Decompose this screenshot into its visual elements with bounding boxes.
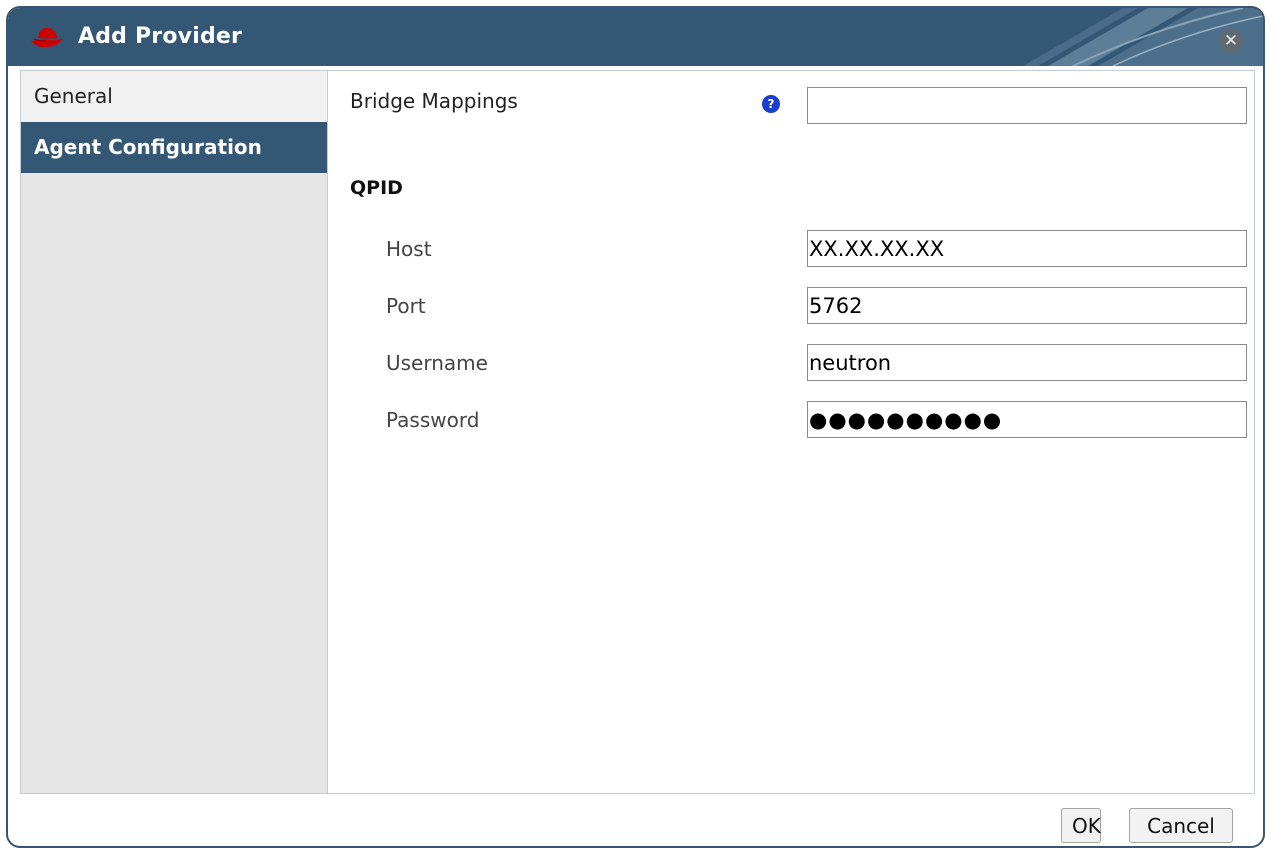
username-label: Username	[386, 351, 488, 375]
sidebar-item-agent-configuration[interactable]: Agent Configuration	[21, 122, 327, 173]
dialog-body: General Agent Configuration Bridge Mappi…	[20, 70, 1255, 794]
port-input[interactable]	[807, 287, 1247, 324]
ok-button[interactable]: OK	[1061, 808, 1101, 843]
dialog-titlebar[interactable]: Add Provider ✕	[8, 8, 1263, 66]
bridge-mappings-input[interactable]	[807, 87, 1247, 124]
help-icon[interactable]: ?	[762, 95, 780, 113]
username-input[interactable]	[807, 344, 1247, 381]
agent-configuration-panel: Bridge Mappings ? QPID Host Port Usernam…	[329, 71, 1254, 793]
sidebar: General Agent Configuration	[21, 71, 328, 793]
sidebar-item-general[interactable]: General	[21, 71, 327, 122]
bridge-mappings-label: Bridge Mappings	[350, 89, 518, 113]
add-provider-dialog: Add Provider ✕ General Agent Configurati…	[6, 6, 1265, 848]
qpid-section-title: QPID	[350, 177, 403, 199]
host-label: Host	[386, 237, 432, 261]
password-input[interactable]	[807, 401, 1247, 438]
cancel-button[interactable]: Cancel	[1129, 808, 1233, 843]
redhat-hat-icon	[31, 27, 63, 48]
close-icon[interactable]: ✕	[1219, 29, 1243, 53]
password-label: Password	[386, 408, 480, 432]
dialog-title: Add Provider	[78, 24, 243, 49]
port-label: Port	[386, 294, 426, 318]
host-input[interactable]	[807, 230, 1247, 267]
